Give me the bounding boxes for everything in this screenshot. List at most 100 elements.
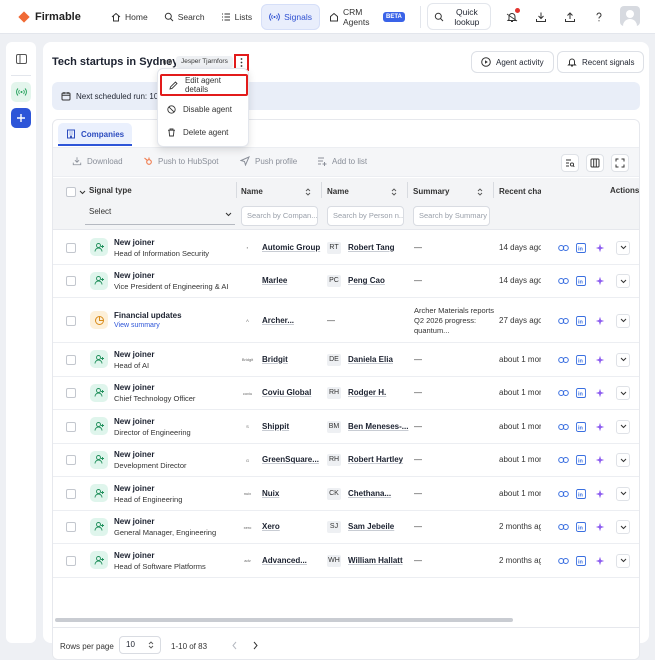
ai-sparkle-button[interactable] bbox=[594, 387, 606, 399]
person-name-link[interactable]: Daniela Elia bbox=[348, 355, 393, 364]
row-expand-button[interactable] bbox=[616, 486, 630, 501]
download-button[interactable] bbox=[529, 5, 553, 29]
row-expand-button[interactable] bbox=[616, 386, 630, 401]
header-company-name[interactable]: Name bbox=[241, 187, 311, 196]
table-row[interactable]: New joiner Head of Engineering nuix Nuix CK C… bbox=[53, 477, 639, 511]
columns-button[interactable] bbox=[586, 154, 604, 172]
menu-delete-agent[interactable]: Delete agent bbox=[158, 121, 250, 143]
company-name-link[interactable]: Nuix bbox=[262, 489, 279, 498]
link-button[interactable] bbox=[557, 242, 569, 254]
ai-sparkle-button[interactable] bbox=[594, 421, 606, 433]
table-row[interactable]: New joiner Director of Engineering S Shippi… bbox=[53, 410, 639, 444]
add-to-list-button[interactable]: Add to list bbox=[317, 156, 367, 166]
company-name-link[interactable]: Automic Group bbox=[262, 243, 320, 252]
table-row[interactable]: New joiner Vice President of Engineering … bbox=[53, 265, 639, 298]
download-export-button[interactable]: Download bbox=[72, 156, 123, 166]
agent-activity-button[interactable]: Agent activity bbox=[471, 51, 554, 73]
ai-sparkle-button[interactable] bbox=[594, 454, 606, 466]
linkedin-button[interactable]: in bbox=[575, 454, 587, 466]
brand-logo[interactable]: Firmable bbox=[20, 11, 104, 23]
chevron-right-icon[interactable] bbox=[252, 641, 259, 650]
header-recent[interactable]: Recent char bbox=[499, 187, 541, 196]
column-separator[interactable] bbox=[236, 182, 237, 198]
nav-home[interactable]: Home bbox=[104, 4, 155, 30]
header-summary[interactable]: Summary bbox=[413, 187, 483, 196]
sidebar-signal-agent[interactable] bbox=[11, 82, 31, 102]
row-checkbox[interactable] bbox=[66, 388, 76, 399]
rows-per-page-select[interactable]: 10 bbox=[119, 636, 161, 654]
company-search-input[interactable]: Search by Compan... bbox=[241, 206, 318, 226]
row-expand-button[interactable] bbox=[616, 419, 630, 434]
column-separator[interactable] bbox=[493, 182, 494, 198]
ai-sparkle-button[interactable] bbox=[594, 354, 606, 366]
linkedin-button[interactable]: in bbox=[575, 555, 587, 567]
company-name-link[interactable]: Advanced... bbox=[262, 556, 307, 565]
menu-edit-agent-details[interactable]: Edit agent details bbox=[160, 74, 248, 96]
link-button[interactable] bbox=[557, 521, 569, 533]
link-button[interactable] bbox=[557, 488, 569, 500]
linkedin-button[interactable]: in bbox=[575, 242, 587, 254]
push-to-hubspot-button[interactable]: Push to HubSpot bbox=[143, 156, 218, 166]
company-name-link[interactable]: Xero bbox=[262, 522, 280, 531]
company-name-link[interactable]: GreenSquare... bbox=[262, 455, 319, 464]
row-expand-button[interactable] bbox=[616, 352, 630, 367]
company-name-link[interactable]: Coviu Global bbox=[262, 388, 311, 397]
table-row[interactable]: New joiner Head of AI Bridgit Bridgit DE Dani… bbox=[53, 343, 639, 377]
link-button[interactable] bbox=[557, 354, 569, 366]
table-row[interactable]: New joiner Chief Technology Officer coviu C… bbox=[53, 377, 639, 410]
header-signal-type[interactable]: Signal type bbox=[89, 186, 132, 195]
row-checkbox[interactable] bbox=[66, 315, 76, 326]
linkedin-button[interactable]: in bbox=[575, 421, 587, 433]
toggle-sidebar-button[interactable] bbox=[11, 49, 31, 69]
horizontal-scrollbar[interactable] bbox=[55, 618, 513, 622]
chevron-down-icon[interactable] bbox=[79, 190, 86, 195]
table-row[interactable]: Financial updates View summary Λ Archer... —… bbox=[53, 298, 639, 343]
table-row[interactable]: New joiner General Manager, Engineering xe… bbox=[53, 511, 639, 544]
ai-sparkle-button[interactable] bbox=[594, 275, 606, 287]
help-button[interactable] bbox=[587, 5, 611, 29]
create-agent-button[interactable] bbox=[11, 108, 31, 128]
link-button[interactable] bbox=[557, 454, 569, 466]
nav-search[interactable]: Search bbox=[157, 4, 212, 30]
company-name-link[interactable]: Bridgit bbox=[262, 355, 288, 364]
person-name-link[interactable]: Sam Jebeile bbox=[348, 522, 394, 531]
table-row[interactable]: New joiner Head of Information Security ▪ A… bbox=[53, 231, 639, 265]
row-checkbox[interactable] bbox=[66, 455, 76, 466]
menu-disable-agent[interactable]: Disable agent bbox=[158, 98, 250, 120]
summary-search-input[interactable]: Search by Summary bbox=[413, 206, 490, 226]
person-name-link[interactable]: Robert Hartley bbox=[348, 455, 403, 464]
link-button[interactable] bbox=[557, 555, 569, 567]
tab-companies[interactable]: Companies bbox=[58, 123, 133, 146]
view-summary-link[interactable]: View summary bbox=[114, 322, 160, 329]
filter-list-button[interactable] bbox=[561, 154, 579, 172]
ai-sparkle-button[interactable] bbox=[594, 488, 606, 500]
upload-button[interactable] bbox=[558, 5, 582, 29]
linkedin-button[interactable]: in bbox=[575, 354, 587, 366]
ai-sparkle-button[interactable] bbox=[594, 315, 606, 327]
row-expand-button[interactable] bbox=[616, 240, 630, 255]
linkedin-button[interactable]: in bbox=[575, 275, 587, 287]
column-separator[interactable] bbox=[407, 182, 408, 198]
signal-type-select[interactable]: Select bbox=[89, 207, 111, 216]
ai-sparkle-button[interactable] bbox=[594, 521, 606, 533]
column-separator[interactable] bbox=[321, 182, 322, 198]
ai-sparkle-button[interactable] bbox=[594, 555, 606, 567]
company-name-link[interactable]: Marlee bbox=[262, 276, 287, 285]
person-search-input[interactable]: Search by Person n... bbox=[327, 206, 404, 226]
select-all-checkbox[interactable] bbox=[66, 187, 76, 197]
row-expand-button[interactable] bbox=[616, 453, 630, 468]
chevron-left-icon[interactable] bbox=[231, 641, 238, 650]
push-profile-button[interactable]: Push profile bbox=[240, 156, 297, 166]
fullscreen-button[interactable] bbox=[611, 154, 629, 172]
person-name-link[interactable]: Rodger H. bbox=[348, 388, 386, 397]
person-name-link[interactable]: Robert Tang bbox=[348, 243, 395, 252]
linkedin-button[interactable]: in bbox=[575, 315, 587, 327]
nav-crm-agents[interactable]: CRM Agents BETA bbox=[322, 4, 412, 30]
row-checkbox[interactable] bbox=[66, 242, 76, 253]
linkedin-button[interactable]: in bbox=[575, 521, 587, 533]
link-button[interactable] bbox=[557, 421, 569, 433]
user-avatar[interactable] bbox=[620, 6, 640, 26]
link-button[interactable] bbox=[557, 275, 569, 287]
row-expand-button[interactable] bbox=[616, 274, 630, 289]
row-expand-button[interactable] bbox=[616, 520, 630, 535]
